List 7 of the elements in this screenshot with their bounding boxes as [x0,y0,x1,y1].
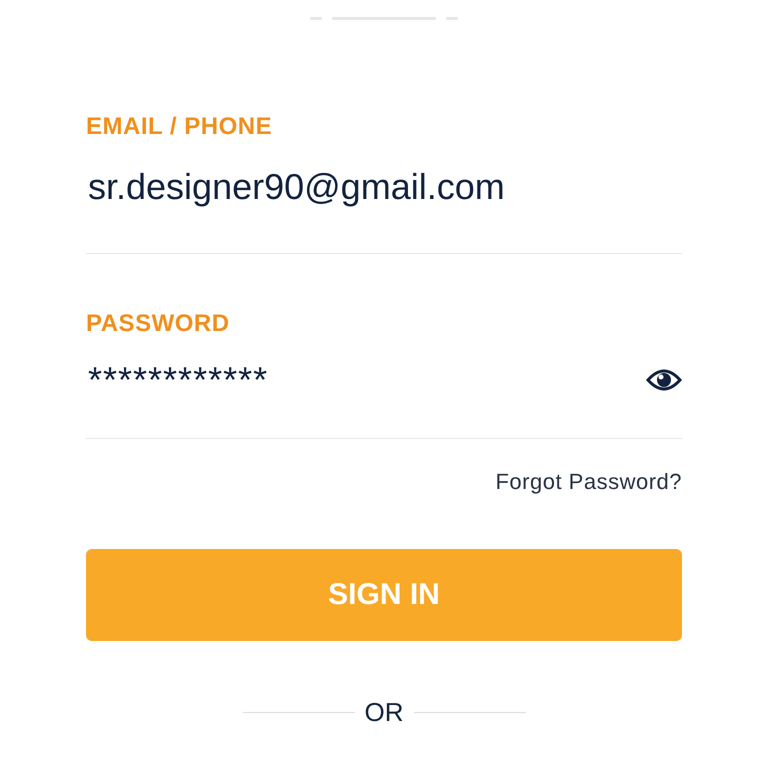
forgot-password-link[interactable]: Forgot Password? [495,469,682,495]
password-field[interactable]: ************ [86,359,646,401]
field-label: PASSWORD [86,310,231,338]
eye-icon[interactable] [646,368,682,392]
divider-text: OR [364,697,404,728]
email-field[interactable]: sr.designer90@gmail.com [86,166,682,208]
field-label: EMAIL / PHONE [86,113,274,141]
